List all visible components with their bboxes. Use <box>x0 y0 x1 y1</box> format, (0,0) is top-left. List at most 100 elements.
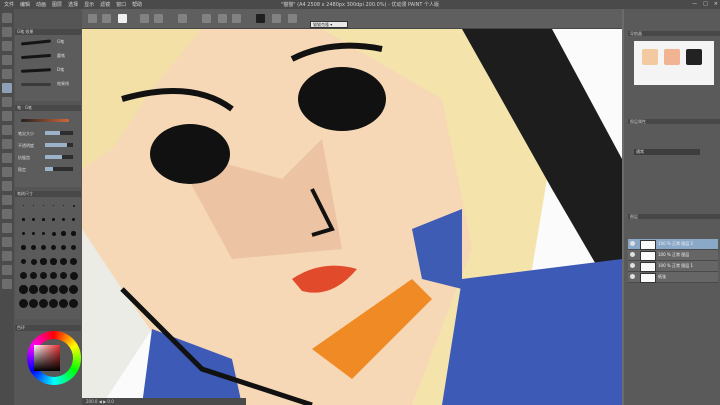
balloon-tool-icon[interactable] <box>2 265 12 275</box>
brush-tool-icon[interactable] <box>2 111 12 121</box>
gradient-tool-icon[interactable] <box>2 195 12 205</box>
brush-size-option[interactable] <box>21 245 26 250</box>
layer-row[interactable]: 纸张 <box>628 272 718 283</box>
close-button[interactable]: × <box>714 1 718 7</box>
selection-icon[interactable] <box>218 14 227 23</box>
move-tool-icon[interactable] <box>2 27 12 37</box>
brush-preview-g-pen[interactable] <box>20 39 52 46</box>
brush-size-option[interactable] <box>52 204 55 207</box>
subtool-tab-pen[interactable]: G笔 <box>17 29 24 34</box>
crop-icon[interactable] <box>232 14 241 23</box>
text-tool-icon[interactable] <box>2 251 12 261</box>
brush-size-option[interactable] <box>60 258 67 265</box>
grid-icon[interactable] <box>288 14 297 23</box>
pencil-tool-icon[interactable] <box>2 97 12 107</box>
brush-size-option[interactable] <box>40 258 47 265</box>
new-file-icon[interactable] <box>88 14 97 23</box>
minimize-button[interactable]: — <box>692 1 697 7</box>
brush-size-option[interactable] <box>39 285 48 294</box>
brush-size-option[interactable] <box>39 299 48 308</box>
eyedropper-icon[interactable] <box>2 69 12 79</box>
lasso-tool-icon[interactable] <box>2 55 12 65</box>
fill-tool-icon[interactable] <box>2 181 12 191</box>
brush-size-option[interactable] <box>62 204 65 207</box>
frame-tool-icon[interactable] <box>2 223 12 233</box>
brush-size-option[interactable] <box>42 204 45 207</box>
brush-size-option[interactable] <box>59 299 68 308</box>
brush-preview-effect[interactable] <box>21 83 51 86</box>
brush-size-option[interactable] <box>59 285 68 294</box>
ruler-icon[interactable] <box>272 14 281 23</box>
brush-size-option[interactable] <box>39 271 48 280</box>
brush-size-option[interactable] <box>72 204 75 207</box>
brush-size-option[interactable] <box>29 299 38 308</box>
visibility-eye-icon[interactable] <box>630 252 635 257</box>
brush-size-option[interactable] <box>71 231 76 236</box>
pen-tool-icon[interactable] <box>2 83 12 93</box>
brush-size-option[interactable] <box>60 244 67 251</box>
brush-size-option[interactable] <box>29 285 38 294</box>
brush-size-option[interactable] <box>19 299 28 308</box>
transform-icon[interactable] <box>202 14 211 23</box>
brush-size-option[interactable] <box>41 231 46 236</box>
brush-size-option[interactable] <box>71 217 76 222</box>
select-tool-icon[interactable] <box>2 41 12 51</box>
brush-size-option[interactable] <box>49 271 58 280</box>
blend-mode-select[interactable]: 通常 <box>634 149 700 155</box>
drawing-canvas[interactable] <box>82 29 622 405</box>
brush-preview-d-pen[interactable] <box>20 68 52 73</box>
redo-icon[interactable] <box>154 14 163 23</box>
brush-size-option[interactable] <box>59 271 68 280</box>
subtool-item-g-pen[interactable]: G笔 <box>57 39 64 45</box>
stabilization-slider[interactable] <box>45 167 73 171</box>
brush-size-option[interactable] <box>50 244 57 251</box>
brush-size-option[interactable] <box>20 258 27 265</box>
airbrush-tool-icon[interactable] <box>2 125 12 135</box>
brush-size-option[interactable] <box>70 244 77 251</box>
brush-size-option[interactable] <box>50 258 57 265</box>
brush-size-option[interactable] <box>51 231 56 236</box>
brush-size-option[interactable] <box>31 245 36 250</box>
saturation-value-square[interactable] <box>34 345 60 371</box>
brush-size-option[interactable] <box>19 285 28 294</box>
brush-size-option[interactable] <box>61 231 66 236</box>
layer-row[interactable]: 100 % 正常 图层 <box>628 250 718 261</box>
layer-row[interactable]: 100 % 正常 图层 2 <box>628 239 718 250</box>
brush-size-option[interactable] <box>30 258 37 265</box>
brush-size-option[interactable] <box>20 272 27 279</box>
brush-size-option[interactable] <box>21 231 26 236</box>
brush-size-option[interactable] <box>52 218 55 221</box>
subtool-tab-effect[interactable]: 效果 <box>25 29 33 34</box>
decoration-tool-icon[interactable] <box>2 139 12 149</box>
brush-size-option[interactable] <box>22 218 25 221</box>
subtool-item-d-pen[interactable]: D笔 <box>57 67 64 73</box>
brush-size-option[interactable] <box>69 299 78 308</box>
navigator-thumb-1[interactable] <box>642 49 658 65</box>
brush-size-option[interactable] <box>23 205 24 206</box>
visibility-eye-icon[interactable] <box>630 263 635 268</box>
brush-size-option[interactable] <box>32 218 35 221</box>
brush-size-option[interactable] <box>31 231 36 236</box>
brush-size-option[interactable] <box>32 204 35 207</box>
navigator-thumb-3[interactable] <box>686 49 702 65</box>
search-field[interactable]: 猫猫克隆 ▾ <box>310 21 348 28</box>
brush-size-option[interactable] <box>41 245 46 250</box>
brush-size-option[interactable] <box>42 218 45 221</box>
line-correction-icon[interactable] <box>2 279 12 289</box>
antialias-slider[interactable] <box>45 155 73 159</box>
visibility-eye-icon[interactable] <box>630 241 635 246</box>
save-icon[interactable] <box>118 14 127 23</box>
open-icon[interactable] <box>102 14 111 23</box>
navigator-preview[interactable] <box>634 41 714 85</box>
brush-size-option[interactable] <box>49 299 58 308</box>
brush-size-option[interactable] <box>49 285 58 294</box>
navigator-thumb-2[interactable] <box>664 49 680 65</box>
opacity-slider[interactable] <box>45 143 73 147</box>
visibility-eye-icon[interactable] <box>630 274 635 279</box>
brush-preview-round-pen[interactable] <box>20 53 52 60</box>
brush-size-option[interactable] <box>62 218 65 221</box>
figure-tool-icon[interactable] <box>2 209 12 219</box>
blend-tool-icon[interactable] <box>2 167 12 177</box>
clear-icon[interactable] <box>178 14 187 23</box>
eraser-tool-icon[interactable] <box>2 153 12 163</box>
